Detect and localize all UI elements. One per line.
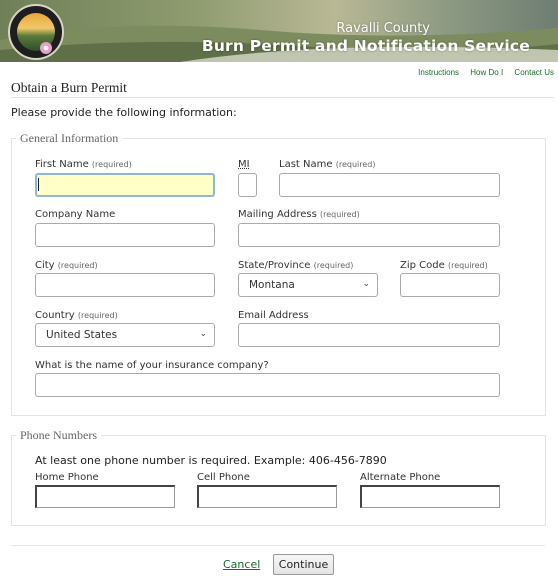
- mailing-address-label: Mailing Address (required): [238, 209, 360, 220]
- chevron-down-icon: ⌄: [199, 329, 207, 339]
- intro-text: Please provide the following information…: [11, 106, 237, 119]
- banner-title: Burn Permit and Notification Service: [201, 37, 530, 55]
- general-information-legend: General Information: [16, 131, 123, 146]
- email-address-label: Email Address: [238, 310, 309, 321]
- continue-button[interactable]: Continue: [273, 554, 334, 575]
- insurance-company-input[interactable]: [35, 373, 500, 397]
- page-title: Obtain a Burn Permit: [11, 80, 127, 95]
- heading-divider: [11, 97, 554, 98]
- last-name-input[interactable]: [279, 173, 500, 197]
- cancel-link[interactable]: Cancel: [223, 558, 260, 571]
- zip-code-input[interactable]: [400, 273, 500, 297]
- instructions-link[interactable]: Instructions: [418, 68, 459, 77]
- country-label: Country (required): [35, 310, 118, 321]
- alternate-phone-label: Alternate Phone: [360, 472, 441, 483]
- banner-county: Ravalli County: [336, 21, 430, 36]
- phone-numbers-legend: Phone Numbers: [16, 428, 101, 443]
- home-phone-input[interactable]: [35, 485, 175, 508]
- top-links: Instructions How Do I Contact Us: [409, 68, 554, 77]
- email-address-input[interactable]: [238, 323, 500, 347]
- zip-code-label: Zip Code (required): [400, 260, 488, 271]
- state-selected-value: Montana: [249, 279, 295, 291]
- cell-phone-label: Cell Phone: [197, 472, 250, 483]
- last-name-label: Last Name (required): [279, 159, 376, 170]
- alternate-phone-input[interactable]: [360, 485, 500, 508]
- mi-label: MI: [238, 159, 250, 170]
- state-label: State/Province (required): [238, 260, 354, 271]
- actions-divider: [11, 545, 545, 546]
- first-name-label: First Name (required): [35, 159, 132, 170]
- insurance-label: What is the name of your insurance compa…: [35, 360, 269, 371]
- home-phone-label: Home Phone: [35, 472, 99, 483]
- county-seal-logo: [8, 4, 64, 60]
- company-name-input[interactable]: [35, 223, 215, 247]
- cell-phone-input[interactable]: [197, 485, 337, 508]
- middle-initial-input[interactable]: [238, 173, 257, 197]
- country-selected-value: United States: [46, 329, 118, 341]
- company-name-label: Company Name: [35, 209, 116, 220]
- contact-us-link[interactable]: Contact Us: [514, 68, 554, 77]
- header-banner: Ravalli County Burn Permit and Notificat…: [0, 0, 558, 62]
- country-select[interactable]: United States ⌄: [35, 323, 215, 347]
- text-cursor: [38, 178, 39, 191]
- city-label: City (required): [35, 260, 98, 271]
- city-input[interactable]: [35, 273, 215, 297]
- phone-requirement-note: At least one phone number is required. E…: [35, 454, 387, 467]
- chevron-down-icon: ⌄: [362, 279, 370, 289]
- how-do-i-link[interactable]: How Do I: [470, 68, 503, 77]
- mailing-address-input[interactable]: [238, 223, 500, 247]
- state-select[interactable]: Montana ⌄: [238, 273, 378, 297]
- first-name-input[interactable]: [35, 173, 215, 197]
- bitterroot-flower-icon: [40, 42, 52, 54]
